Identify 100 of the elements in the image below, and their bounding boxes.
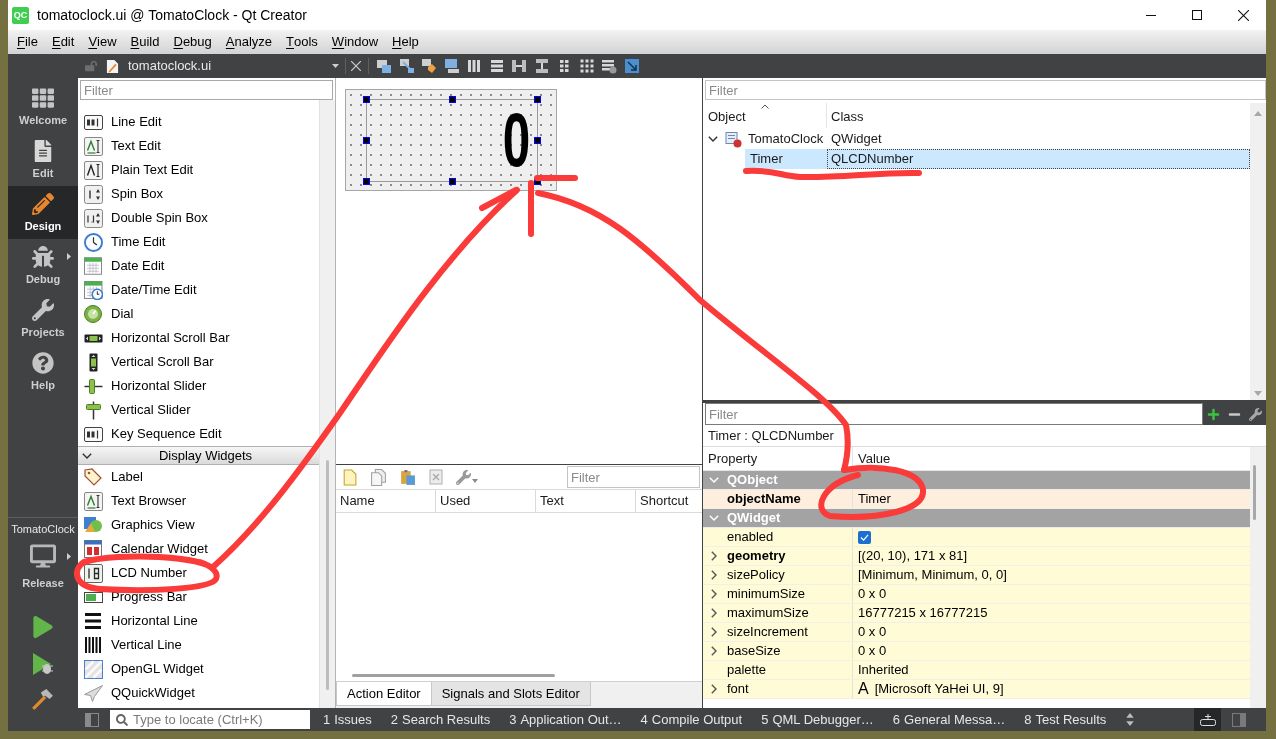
output-pane-button[interactable]: 2 Search Results (384, 708, 497, 731)
horizontal-split-icon[interactable] (511, 58, 527, 74)
output-pane-button[interactable]: 3 Application Out… (503, 708, 628, 731)
widget-list-item[interactable]: Text Browser (78, 489, 319, 513)
output-toggle-button[interactable] (1194, 708, 1221, 731)
output-pane-button[interactable]: 8 Test Results (1018, 708, 1113, 731)
widget-list-item[interactable]: Horizontal Slider (78, 374, 319, 398)
widget-list-item[interactable]: Vertical Line (78, 633, 319, 657)
column-header[interactable]: Shortcut (636, 490, 702, 512)
resize-handle[interactable] (449, 96, 456, 103)
caret-icon[interactable] (67, 253, 71, 260)
kit-selector[interactable]: TomatoClock Release (8, 518, 78, 590)
property-value[interactable]: [Microsoft YaHei UI, 9] (874, 679, 1004, 699)
chevron-right-icon[interactable] (711, 646, 717, 656)
property-value[interactable]: [Minimum, Minimum, 0, 0] (858, 565, 1007, 585)
break-layout-icon[interactable] (601, 58, 617, 74)
menu-item[interactable]: Debug (166, 30, 219, 54)
filter-field[interactable]: Filter (567, 466, 700, 488)
widget-edit-icon[interactable] (376, 58, 392, 74)
column-header[interactable]: Class (827, 103, 1250, 128)
output-pane-button[interactable]: 1 Issues (317, 708, 378, 731)
widget-list-item[interactable]: Graphics View (78, 513, 319, 537)
play-bug-icon[interactable] (32, 652, 54, 676)
adjust-size-icon[interactable] (623, 58, 640, 74)
chevron-right-icon[interactable] (711, 570, 717, 580)
property-row[interactable]: sizeIncrement 0 x 0 (703, 623, 1250, 642)
buddy-edit-icon[interactable] (421, 58, 437, 74)
column-header[interactable]: Value (853, 447, 1250, 470)
menu-item[interactable]: View (81, 30, 124, 54)
checkbox[interactable] (858, 530, 871, 544)
chevron-right-icon[interactable] (711, 551, 717, 561)
file-selector[interactable]: tomatoclock.ui (106, 54, 342, 78)
mode-button[interactable]: Welcome (8, 80, 78, 133)
menu-item[interactable]: Analyze (218, 30, 280, 54)
mode-button[interactable]: Help (8, 345, 78, 398)
widget-list-item[interactable]: LCD Number (78, 561, 319, 585)
scrollbar-thumb[interactable] (1253, 465, 1256, 520)
columns-icon[interactable] (466, 58, 482, 74)
widget-list-item[interactable]: Dial (78, 302, 319, 326)
widget-list-item[interactable]: Key Sequence Edit (78, 422, 319, 446)
resize-handle[interactable] (449, 178, 456, 185)
paste-icon[interactable] (399, 468, 416, 486)
property-row[interactable]: minimumSize 0 x 0 (703, 585, 1250, 604)
resize-handle[interactable] (363, 178, 370, 185)
hammer-icon[interactable] (32, 688, 54, 710)
resize-handle[interactable] (363, 137, 370, 144)
wrench-icon[interactable] (1249, 407, 1262, 421)
widget-list-item[interactable]: Double Spin Box (78, 206, 319, 230)
mode-button[interactable]: Debug (8, 239, 78, 292)
grid-layout-icon[interactable] (578, 58, 595, 74)
menu-item[interactable]: Tools (279, 30, 325, 54)
menu-item[interactable]: Window (324, 30, 386, 54)
property-value[interactable]: 16777215 x 16777215 (858, 603, 988, 623)
widget-list-item[interactable]: Vertical Scroll Bar (78, 350, 319, 374)
resize-handle[interactable] (534, 178, 541, 185)
minimize-icon[interactable] (1146, 14, 1156, 16)
output-pane-button[interactable]: 6 General Messa… (886, 708, 1012, 731)
widget-list-item[interactable]: QQuickWidget (78, 681, 319, 705)
property-value[interactable]: 0 x 0 (858, 622, 887, 642)
editor-tab[interactable]: Action Editor (336, 682, 432, 706)
chevron-down-icon[interactable] (708, 136, 718, 142)
widget-list-item[interactable]: Date Edit (78, 254, 319, 278)
play-icon[interactable] (32, 616, 54, 638)
resize-handle[interactable] (534, 96, 541, 103)
chevron-right-icon[interactable] (711, 627, 717, 637)
widget-list-item[interactable]: Date/Time Edit (78, 278, 319, 302)
menu-item[interactable]: Edit (44, 30, 82, 54)
output-pane-button[interactable]: 4 Compile Output (634, 708, 749, 731)
rows-icon[interactable] (488, 58, 505, 74)
menu-item[interactable]: Build (123, 30, 167, 54)
resize-handle[interactable] (534, 137, 541, 144)
filter-field[interactable]: Filter (705, 403, 1203, 425)
widget-list-item[interactable]: Text Edit (78, 134, 319, 158)
chevron-right-icon[interactable] (711, 684, 717, 694)
lcd-widget[interactable]: 0 (366, 99, 538, 182)
property-row[interactable]: geometry [(20, 10), 171 x 81] (703, 547, 1250, 566)
column-header[interactable]: Property (703, 447, 853, 470)
column-header[interactable]: Used (436, 490, 536, 512)
widget-list-item[interactable]: Time Edit (78, 230, 319, 254)
scrollbar-thumb[interactable] (352, 673, 555, 677)
plus-icon[interactable] (1207, 407, 1220, 421)
maximize-icon[interactable] (1192, 10, 1202, 20)
column-header[interactable]: Name (336, 490, 436, 512)
widget-list-item[interactable]: OpenGL Widget (78, 657, 319, 681)
tree-row[interactable]: Timer QLCDNumber (745, 149, 1250, 169)
column-header[interactable]: Text (536, 490, 636, 512)
widget-list-item[interactable]: Horizontal Scroll Bar (78, 326, 319, 350)
property-row[interactable]: font A [Microsoft YaHei UI, 9] (703, 680, 1250, 699)
scrollbar-thumb[interactable] (326, 460, 329, 690)
property-value[interactable]: Timer (858, 489, 891, 509)
property-row[interactable]: maximumSize 16777215 x 16777215 (703, 604, 1250, 623)
property-value[interactable]: 0 x 0 (858, 641, 887, 661)
tree-row[interactable]: TomatoClock QWidget (703, 129, 1250, 149)
widget-list-item[interactable]: Horizontal Line (78, 609, 319, 633)
property-value[interactable]: [(20, 10), 171 x 81] (858, 546, 968, 566)
property-value[interactable]: Inherited (858, 660, 909, 680)
property-row[interactable]: sizePolicy [Minimum, Minimum, 0, 0] (703, 566, 1250, 585)
category-header[interactable]: Display Widgets (78, 446, 319, 465)
filter-field[interactable]: Filter (80, 80, 333, 100)
chevron-right-icon[interactable] (711, 608, 717, 618)
